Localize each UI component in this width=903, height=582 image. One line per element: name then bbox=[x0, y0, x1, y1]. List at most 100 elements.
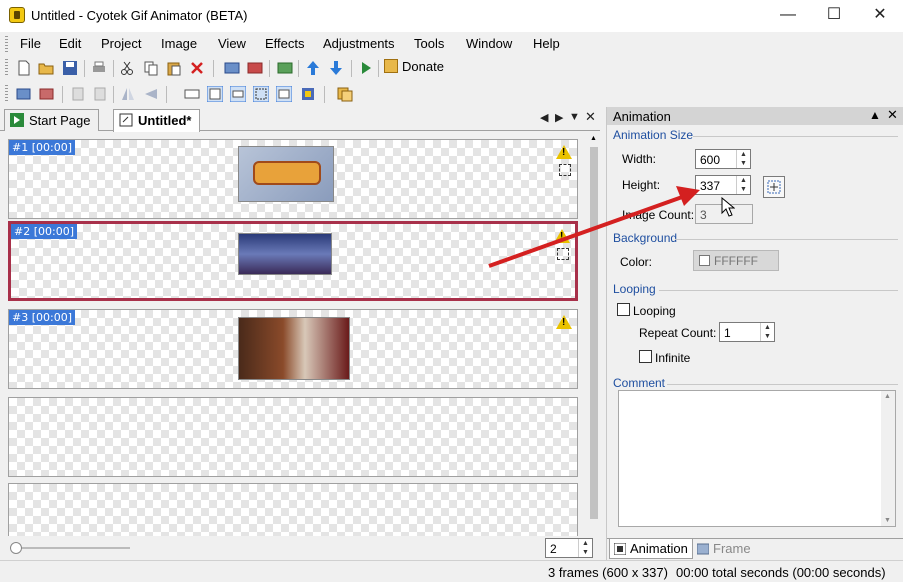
scroll-down-icon[interactable]: ▼ bbox=[884, 517, 891, 524]
warning-icon bbox=[556, 315, 572, 329]
menu-effects[interactable]: Effects bbox=[265, 36, 305, 51]
color-value: FFFFFF bbox=[714, 254, 758, 268]
move-up-icon[interactable] bbox=[305, 60, 321, 76]
height-field[interactable]: 337 ▲ ▼ bbox=[695, 175, 751, 195]
save-icon[interactable] bbox=[62, 60, 78, 76]
frame-tab-icon bbox=[697, 543, 709, 555]
menu-adjustments[interactable]: Adjustments bbox=[323, 36, 395, 51]
link-dimensions-button[interactable] bbox=[763, 176, 785, 198]
paste-icon[interactable] bbox=[166, 60, 182, 76]
copy-frame-icon[interactable] bbox=[70, 86, 86, 102]
repeat-count-field[interactable]: 1 ▲ ▼ bbox=[719, 322, 775, 342]
donate-button[interactable]: Donate bbox=[384, 59, 444, 74]
menu-window[interactable]: Window bbox=[466, 36, 512, 51]
tab-untitled[interactable]: Untitled* bbox=[113, 109, 201, 132]
close-button[interactable]: ✕ bbox=[857, 0, 903, 32]
menu-help[interactable]: Help bbox=[533, 36, 560, 51]
looping-checkbox[interactable] bbox=[617, 303, 630, 316]
tab-animation[interactable]: Animation bbox=[609, 539, 693, 559]
frame-item-1[interactable]: #1 [00:00] bbox=[8, 139, 578, 219]
add-frame-icon[interactable] bbox=[277, 60, 293, 76]
actual-size-icon[interactable] bbox=[276, 86, 292, 102]
move-down-icon[interactable] bbox=[328, 60, 344, 76]
selection-icon[interactable] bbox=[253, 86, 269, 102]
tab-label: Start Page bbox=[29, 113, 91, 128]
width-field[interactable]: 600 ▲ ▼ bbox=[695, 149, 751, 169]
copy-icon[interactable] bbox=[143, 60, 159, 76]
transparency-grid-icon[interactable] bbox=[207, 86, 223, 102]
flip-vertical-icon[interactable] bbox=[143, 86, 159, 102]
tab-close-icon[interactable]: ✕ bbox=[585, 109, 596, 125]
panel-close-icon[interactable]: ✕ bbox=[887, 107, 898, 123]
document-tabs: Start Page Untitled* ◀ ▶ ▼ ✕ bbox=[0, 107, 600, 132]
tab-frame[interactable]: Frame bbox=[693, 539, 755, 559]
export-icon[interactable] bbox=[16, 86, 32, 102]
insert-frame-icon[interactable] bbox=[224, 60, 240, 76]
spinner-arrows-icon[interactable]: ▲ ▼ bbox=[736, 176, 750, 194]
tab-scroll-left-icon[interactable]: ◀ bbox=[540, 111, 548, 124]
delete-icon[interactable] bbox=[189, 60, 205, 76]
app-icon bbox=[9, 7, 25, 23]
menu-project[interactable]: Project bbox=[101, 36, 141, 51]
toolbar-grip bbox=[5, 59, 8, 75]
crop-icon[interactable] bbox=[557, 248, 569, 260]
height-label: Height: bbox=[622, 178, 661, 192]
tab-scroll-right-icon[interactable]: ▶ bbox=[555, 111, 563, 124]
frame-item-2[interactable]: #2 [00:00] bbox=[8, 221, 578, 301]
infinite-checkbox[interactable] bbox=[639, 350, 652, 363]
scrollbar-thumb[interactable] bbox=[590, 147, 598, 519]
flip-horizontal-icon[interactable] bbox=[120, 86, 136, 102]
toolbar-separator bbox=[113, 60, 114, 77]
insert-image-icon[interactable] bbox=[247, 60, 263, 76]
maximize-button[interactable]: ☐ bbox=[811, 0, 857, 32]
spinner-arrows-icon[interactable]: ▲ ▼ bbox=[760, 323, 774, 341]
crop-icon[interactable] bbox=[559, 164, 571, 176]
zoom-slider[interactable] bbox=[10, 542, 130, 554]
pin-icon[interactable]: ▲ bbox=[869, 108, 881, 122]
repeat-count-value: 1 bbox=[724, 326, 731, 340]
open-folder-icon[interactable] bbox=[38, 60, 54, 76]
frame-item-5[interactable] bbox=[8, 483, 578, 543]
paste-frame-icon[interactable] bbox=[92, 86, 108, 102]
color-picker[interactable]: FFFFFF bbox=[693, 250, 779, 271]
warning-icon bbox=[554, 229, 570, 243]
toolbar-separator bbox=[378, 60, 379, 77]
looping-label: Looping bbox=[633, 304, 676, 318]
scroll-up-icon[interactable]: ▲ bbox=[884, 393, 891, 400]
frame-item-3[interactable]: #3 [00:00] bbox=[8, 309, 578, 389]
menu-image[interactable]: Image bbox=[161, 36, 197, 51]
tab-list-icon[interactable]: ▼ bbox=[569, 111, 580, 123]
frame-strip-icon[interactable] bbox=[184, 86, 200, 102]
comment-textarea[interactable]: ▲ ▼ bbox=[618, 390, 896, 527]
section-divider bbox=[693, 136, 898, 137]
menu-edit[interactable]: Edit bbox=[59, 36, 81, 51]
cut-icon[interactable] bbox=[119, 60, 135, 76]
spinner-arrows-icon[interactable]: ▲ ▼ bbox=[578, 539, 592, 557]
tab-start-page[interactable]: Start Page bbox=[4, 109, 100, 131]
zoom-slider-knob[interactable] bbox=[10, 542, 22, 554]
menu-tools[interactable]: Tools bbox=[414, 36, 444, 51]
play-icon[interactable] bbox=[358, 60, 374, 76]
height-value: 337 bbox=[700, 179, 721, 193]
menu-bar: File Edit Project Image View Effects Adj… bbox=[0, 32, 903, 55]
spinner-arrows-icon[interactable]: ▲ ▼ bbox=[736, 150, 750, 168]
frame-list-scrollbar[interactable]: ▲ bbox=[588, 135, 600, 535]
menu-file[interactable]: File bbox=[20, 36, 41, 51]
new-file-icon[interactable] bbox=[16, 60, 32, 76]
toolbar-separator bbox=[269, 60, 270, 77]
fit-image-icon[interactable] bbox=[230, 86, 246, 102]
scroll-up-icon[interactable]: ▲ bbox=[590, 135, 597, 142]
properties-icon[interactable] bbox=[300, 86, 316, 102]
repeat-count-label: Repeat Count: bbox=[639, 326, 717, 340]
animation-panel: Animation ▲ ✕ Animation Size Width: 600 … bbox=[606, 107, 903, 560]
print-icon[interactable] bbox=[91, 60, 107, 76]
section-divider bbox=[667, 384, 898, 385]
zoom-spinner[interactable]: 2 ▲ ▼ bbox=[545, 538, 593, 558]
comment-scrollbar[interactable]: ▲ ▼ bbox=[881, 391, 895, 526]
menu-view[interactable]: View bbox=[218, 36, 246, 51]
copy-to-icon[interactable] bbox=[337, 86, 353, 102]
minimize-button[interactable]: — bbox=[765, 0, 811, 32]
frame-item-4[interactable] bbox=[8, 397, 578, 477]
import-icon[interactable] bbox=[39, 86, 55, 102]
frame-thumbnail bbox=[238, 233, 332, 275]
